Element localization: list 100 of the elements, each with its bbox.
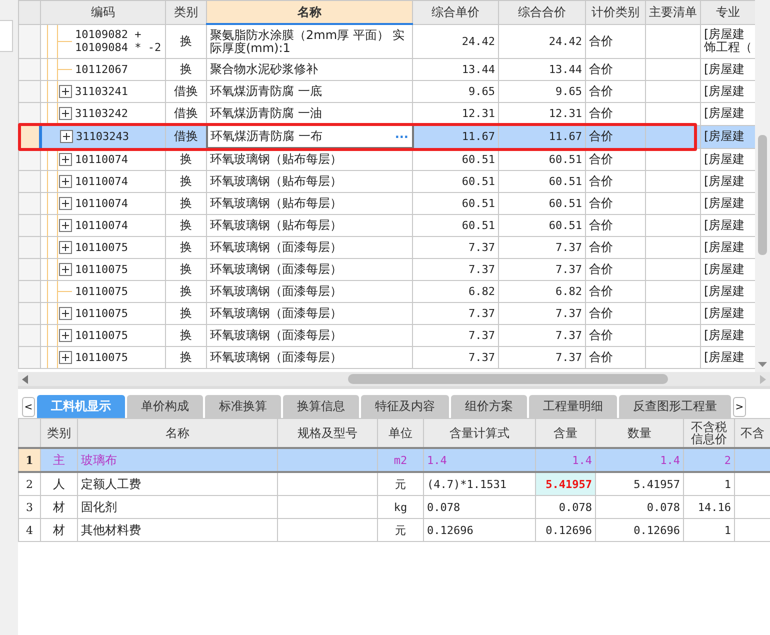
code-text: 31103241 — [75, 85, 128, 98]
table-cell: 24.42 — [412, 24, 498, 58]
table-cell: 主 — [40, 448, 78, 472]
column-header[interactable]: 计价类别 — [586, 0, 646, 24]
tab[interactable]: 反查图形工程量 — [619, 395, 731, 418]
code-text: 10110075 — [75, 285, 128, 298]
expand-icon[interactable] — [59, 107, 72, 120]
item-name: 环氧玻璃钢（贴布每层） — [210, 197, 342, 210]
tab[interactable]: 单价构成 — [127, 395, 203, 418]
table-cell: 7.37 — [498, 236, 586, 258]
table-cell: 合价 — [586, 148, 646, 170]
table-cell: 换 — [166, 24, 206, 58]
item-name: 环氧煤沥青防腐 一底 — [210, 85, 322, 98]
expand-icon[interactable] — [59, 307, 72, 320]
table-cell: 换 — [166, 148, 206, 170]
table-cell: 合价 — [586, 280, 646, 302]
scroll-right-icon[interactable] — [760, 374, 766, 384]
column-header[interactable]: 不含 — [734, 418, 770, 448]
table-cell: 0.078 — [536, 496, 596, 518]
column-header[interactable]: 数量 — [596, 418, 684, 448]
expand-icon[interactable] — [59, 85, 72, 98]
table-cell: 换 — [166, 324, 206, 346]
item-name: 环氧煤沥青防腐 一布 — [210, 130, 322, 143]
table-cell: 60.51 — [498, 148, 586, 170]
table-cell: 7.37 — [412, 324, 498, 346]
expand-icon[interactable] — [59, 351, 72, 364]
tabs-prev-button[interactable]: < — [22, 397, 35, 417]
table-cell: 玻璃布 — [78, 448, 278, 472]
column-header[interactable]: 规格及型号 — [278, 418, 378, 448]
tab[interactable]: 标准换算 — [205, 395, 281, 418]
table-cell: 7.37 — [498, 346, 586, 368]
scroll-down-icon[interactable] — [758, 362, 767, 368]
expand-icon[interactable] — [60, 130, 73, 143]
column-header[interactable]: 综合单价 — [412, 0, 498, 24]
tab[interactable]: 组价方案 — [451, 395, 527, 418]
column-header[interactable]: 专业 — [700, 0, 755, 24]
expand-icon[interactable] — [59, 219, 72, 232]
column-header[interactable]: 不含税信息价 — [684, 418, 734, 448]
table-cell: 60.51 — [412, 148, 498, 170]
tabs-next-button[interactable]: > — [733, 397, 746, 417]
table-cell: 其他材料费 — [78, 518, 278, 542]
table-cell: 合价 — [586, 170, 646, 192]
table-cell: 13.44 — [412, 58, 498, 80]
table-cell: 人 — [40, 472, 78, 496]
item-name: 聚氨脂防水涂膜（2mm厚 平面） 实际厚度(mm):1 — [210, 28, 406, 54]
row-number[interactable]: 3 — [18, 496, 40, 518]
code-text: 10110074 — [75, 219, 128, 232]
row-number[interactable]: 4 — [18, 518, 40, 542]
horizontal-scrollbar[interactable] — [18, 372, 770, 386]
row-number[interactable]: 2 — [18, 472, 40, 496]
table-cell: 换 — [166, 236, 206, 258]
item-name: 环氧玻璃钢（面漆每层） — [210, 285, 342, 298]
code-text: 10110075 — [75, 329, 128, 342]
table-cell: 合价 — [586, 125, 646, 148]
table-cell: 材 — [40, 496, 78, 518]
code-text: 10112067 — [75, 63, 128, 76]
table-cell: [房屋建 — [700, 125, 755, 148]
table-cell: 合价 — [586, 80, 646, 102]
code-text: 31103243 — [76, 130, 129, 143]
table-cell: 合价 — [586, 258, 646, 280]
table-cell: 6.82 — [412, 280, 498, 302]
item-name: 环氧玻璃钢（面漆每层） — [210, 241, 342, 254]
column-header[interactable]: 名称 — [78, 418, 278, 448]
tab[interactable]: 工程量明细 — [529, 395, 617, 418]
column-header[interactable]: 主要清单 — [646, 0, 700, 24]
expand-icon[interactable] — [59, 241, 72, 254]
row-number[interactable]: 1 — [18, 448, 40, 472]
table-cell: 60.51 — [498, 214, 586, 236]
column-header[interactable]: 类别 — [40, 418, 78, 448]
table-cell: 0.078 — [596, 496, 684, 518]
table-cell: 合价 — [586, 24, 646, 58]
table-cell: 60.51 — [412, 192, 498, 214]
expand-icon[interactable] — [59, 197, 72, 210]
expand-icon[interactable] — [59, 152, 72, 166]
expand-icon[interactable] — [59, 329, 72, 342]
column-header[interactable]: 含量计算式 — [424, 418, 536, 448]
table-cell: 合价 — [586, 58, 646, 80]
tab[interactable]: 换算信息 — [283, 395, 359, 418]
table-cell: 7.37 — [498, 324, 586, 346]
column-header[interactable]: 综合合价 — [498, 0, 586, 24]
column-header[interactable]: 含量 — [536, 418, 596, 448]
table-cell: 6.82 — [498, 280, 586, 302]
vertical-scrollbar[interactable] — [755, 0, 770, 372]
tab[interactable]: 特征及内容 — [361, 395, 449, 418]
expand-icon[interactable] — [59, 175, 72, 188]
scroll-left-icon[interactable] — [22, 374, 28, 384]
column-header[interactable]: 单位 — [378, 418, 424, 448]
table-cell: 固化剂 — [78, 496, 278, 518]
item-name: 环氧玻璃钢（贴布每层） — [210, 153, 342, 166]
more-button[interactable]: ··· — [394, 130, 408, 144]
expand-icon[interactable] — [59, 263, 72, 276]
column-header[interactable]: 类别 — [166, 0, 206, 24]
table-cell: 5.41957 — [536, 472, 596, 496]
table-cell: 换 — [166, 214, 206, 236]
code-text: 10110074 — [75, 197, 128, 210]
item-name: 环氧玻璃钢（贴布每层） — [210, 219, 342, 232]
column-header[interactable]: 名称 — [206, 0, 412, 24]
item-name: 环氧玻璃钢（面漆每层） — [210, 263, 342, 276]
scroll-thumb[interactable] — [758, 135, 767, 255]
column-header[interactable]: 编码 — [40, 0, 166, 24]
